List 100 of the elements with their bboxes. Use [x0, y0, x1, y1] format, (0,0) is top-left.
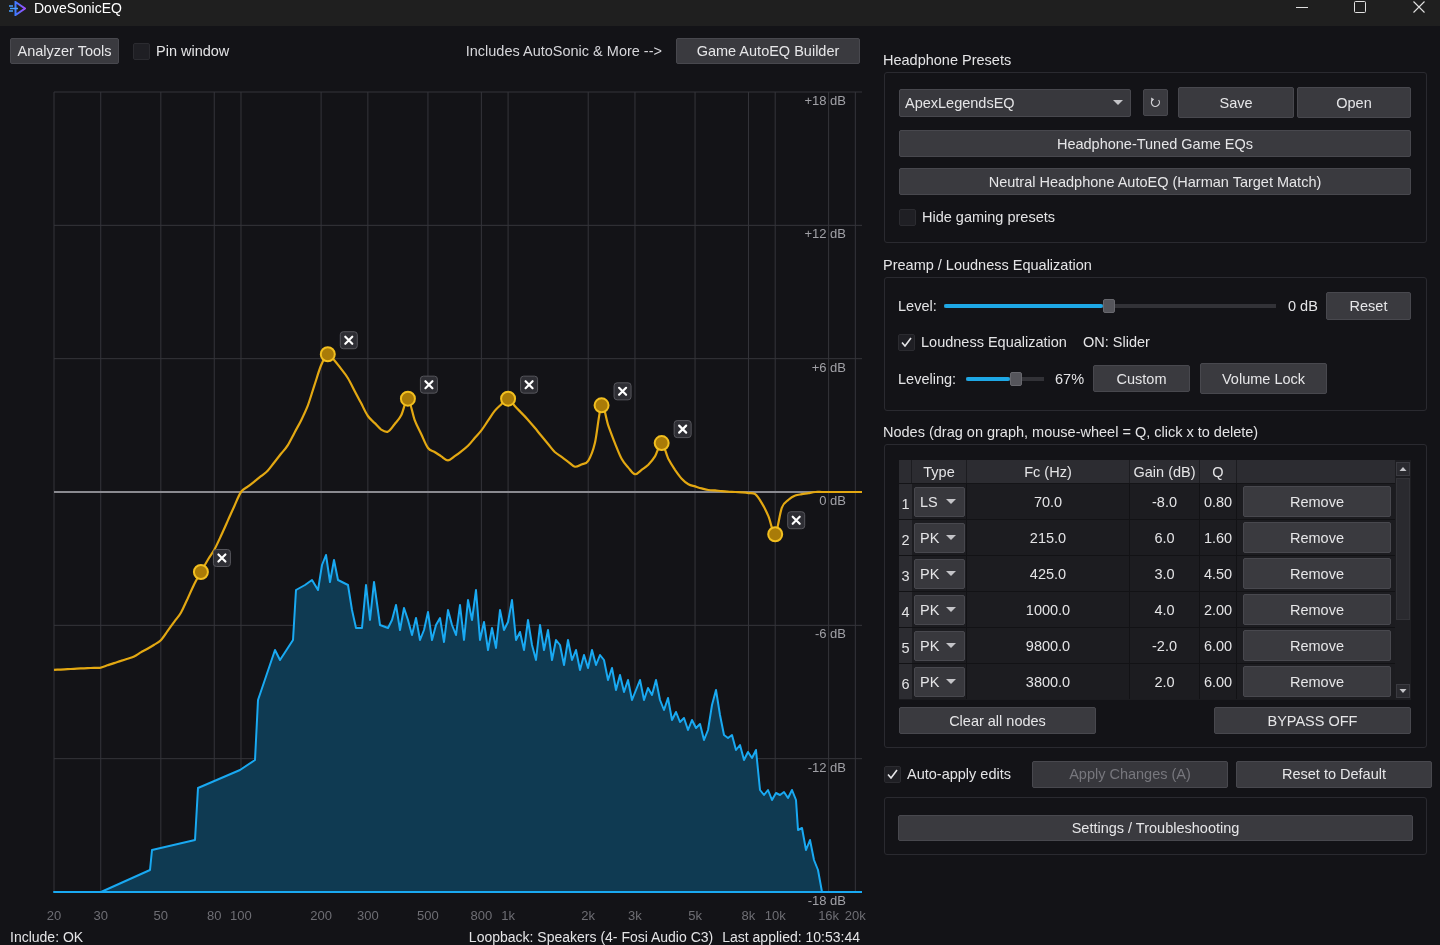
- node-handle[interactable]: [593, 397, 610, 414]
- delete-node-icon[interactable]: [520, 375, 539, 394]
- caret-icon: [946, 643, 956, 648]
- frequency-label: 20: [46, 909, 62, 923]
- section-heading: Headphone Presets: [883, 51, 1012, 69]
- frequency-label: 2k: [581, 909, 596, 923]
- scrollbar[interactable]: [1395, 460, 1411, 700]
- checkbox[interactable]: [133, 42, 150, 60]
- scroll-up-icon[interactable]: [1396, 462, 1410, 476]
- type-dropdown[interactable]: PK: [914, 522, 965, 553]
- save-button[interactable]: Save: [1178, 87, 1294, 118]
- delete-node-icon[interactable]: [339, 331, 358, 350]
- game-autoeq-builder-button[interactable]: Game AutoEQ Builder: [676, 38, 860, 64]
- section-heading: Nodes (drag on graph, mouse-wheel = Q, click x to delete): [883, 423, 1259, 441]
- type-dropdown[interactable]: PK: [914, 630, 965, 661]
- slider-thumb[interactable]: [1103, 299, 1116, 313]
- frequency-label: 30: [93, 909, 108, 923]
- table-cell: 2.00: [1200, 592, 1237, 627]
- open-button[interactable]: Open: [1297, 87, 1411, 118]
- table-row[interactable]: 3 PK 425.0 3.0 4.50 Remove: [899, 556, 1395, 592]
- delete-node-icon[interactable]: [787, 511, 806, 530]
- reset-to-default-button[interactable]: Reset to Default: [1236, 760, 1432, 788]
- table-cell: 3.0: [1130, 556, 1200, 591]
- scroll-down-icon[interactable]: [1396, 684, 1410, 698]
- promo-text: Includes AutoSonic & More -->: [465, 43, 662, 59]
- table-row[interactable]: 2 PK 215.0 6.0 1.60 Remove: [899, 520, 1395, 556]
- preset-dropdown[interactable]: ApexLegendsEQ: [899, 88, 1131, 117]
- remove-button[interactable]: Remove: [1243, 558, 1391, 589]
- table-cell: 6.00: [1200, 664, 1237, 699]
- analyzer-tools-button[interactable]: Analyzer Tools: [10, 38, 119, 64]
- table-row[interactable]: 1 LS 70.0 -8.0 0.80 Remove: [899, 484, 1395, 520]
- checkbox-label: Auto-apply edits: [907, 766, 1011, 782]
- table-cell: 215.0: [967, 520, 1130, 555]
- type-dropdown[interactable]: PK: [914, 594, 965, 625]
- delete-node-icon[interactable]: [419, 375, 438, 394]
- checkmark-icon: [887, 769, 898, 779]
- table-cell: 70.0: [967, 484, 1130, 519]
- frequency-label: 80: [207, 909, 222, 923]
- maximize-icon[interactable]: [1354, 1, 1366, 13]
- refresh-button[interactable]: [1143, 89, 1168, 116]
- node-handle[interactable]: [399, 390, 416, 407]
- slider-label: Level:: [898, 298, 937, 314]
- type-dropdown[interactable]: PK: [914, 666, 965, 697]
- node-handle[interactable]: [653, 435, 670, 452]
- row-number: 5: [899, 628, 912, 663]
- node-handle[interactable]: [500, 390, 517, 407]
- table-cell: 0.80: [1200, 484, 1237, 519]
- remove-button[interactable]: Remove: [1243, 594, 1391, 625]
- node-handle[interactable]: [192, 564, 209, 580]
- table-row[interactable]: 4 PK 1000.0 4.0 2.00 Remove: [899, 592, 1395, 628]
- remove-button[interactable]: Remove: [1243, 522, 1391, 553]
- custom-button[interactable]: Custom: [1093, 365, 1190, 392]
- node-handle[interactable]: [767, 526, 784, 543]
- checkbox[interactable]: [899, 208, 916, 226]
- bypass-button[interactable]: BYPASS OFF: [1214, 707, 1411, 734]
- settings-troubleshooting-button[interactable]: Settings / Troubleshooting: [898, 815, 1413, 841]
- status-text: Include: OK: [10, 929, 84, 945]
- checkbox[interactable]: [898, 333, 915, 351]
- checkbox[interactable]: [884, 765, 901, 783]
- row-number: 3: [899, 556, 912, 591]
- row-number: 2: [899, 520, 912, 555]
- frequency-label: 1k: [501, 909, 515, 923]
- frequency-label: 100: [230, 909, 252, 923]
- triangle-logo-icon: [9, 1, 26, 16]
- status-text: ON: Slider: [1083, 334, 1150, 350]
- remove-button[interactable]: Remove: [1243, 630, 1391, 661]
- type-dropdown[interactable]: LS: [914, 486, 965, 517]
- remove-button[interactable]: Remove: [1243, 666, 1391, 697]
- db-label: -12 dB: [807, 760, 846, 775]
- frequency-label: 200: [310, 909, 332, 923]
- frequency-label: 5k: [688, 909, 702, 923]
- reset-button[interactable]: Reset: [1326, 292, 1411, 320]
- table-row[interactable]: 5 PK 9800.0 -2.0 6.00 Remove: [899, 628, 1395, 664]
- node-handle[interactable]: [319, 346, 336, 363]
- section-heading: Preamp / Loudness Equalization: [883, 256, 1092, 274]
- frequency-label: 50: [153, 909, 169, 923]
- status-text: Loopback: Speakers (4- Fosi Audio C3): [468, 929, 714, 945]
- delete-node-icon[interactable]: [212, 549, 231, 567]
- frequency-label: 8k: [741, 909, 756, 923]
- close-icon[interactable]: [1413, 1, 1425, 13]
- table-cell: 1000.0: [967, 592, 1130, 627]
- slider-thumb[interactable]: [1009, 371, 1022, 386]
- scrollbar-thumb[interactable]: [1396, 478, 1410, 620]
- delete-node-icon[interactable]: [673, 420, 692, 439]
- frequency-label: 10k: [764, 909, 786, 923]
- volume-lock-button[interactable]: Volume Lock: [1200, 363, 1327, 394]
- row-number: 6: [899, 664, 912, 699]
- delete-node-icon[interactable]: [613, 382, 632, 401]
- window-title: DoveSonicEQ: [34, 1, 122, 16]
- column-header: Type: [923, 463, 955, 480]
- table-cell: 3800.0: [967, 664, 1130, 699]
- remove-button[interactable]: Remove: [1243, 486, 1391, 517]
- column-header: Q: [1212, 463, 1224, 480]
- frequency-label: 300: [357, 909, 379, 923]
- table-cell: 9800.0: [967, 628, 1130, 663]
- clear-all-nodes-button[interactable]: Clear all nodes: [899, 707, 1096, 734]
- checkbox-label: Loudness Equalization: [921, 334, 1067, 350]
- game-eqs-button[interactable]: Headphone-Tuned Game EQs: [899, 130, 1411, 157]
- neutral-autoeq-button[interactable]: Neutral Headphone AutoEQ (Harman Target Match): [899, 168, 1411, 195]
- type-dropdown[interactable]: PK: [914, 558, 965, 589]
